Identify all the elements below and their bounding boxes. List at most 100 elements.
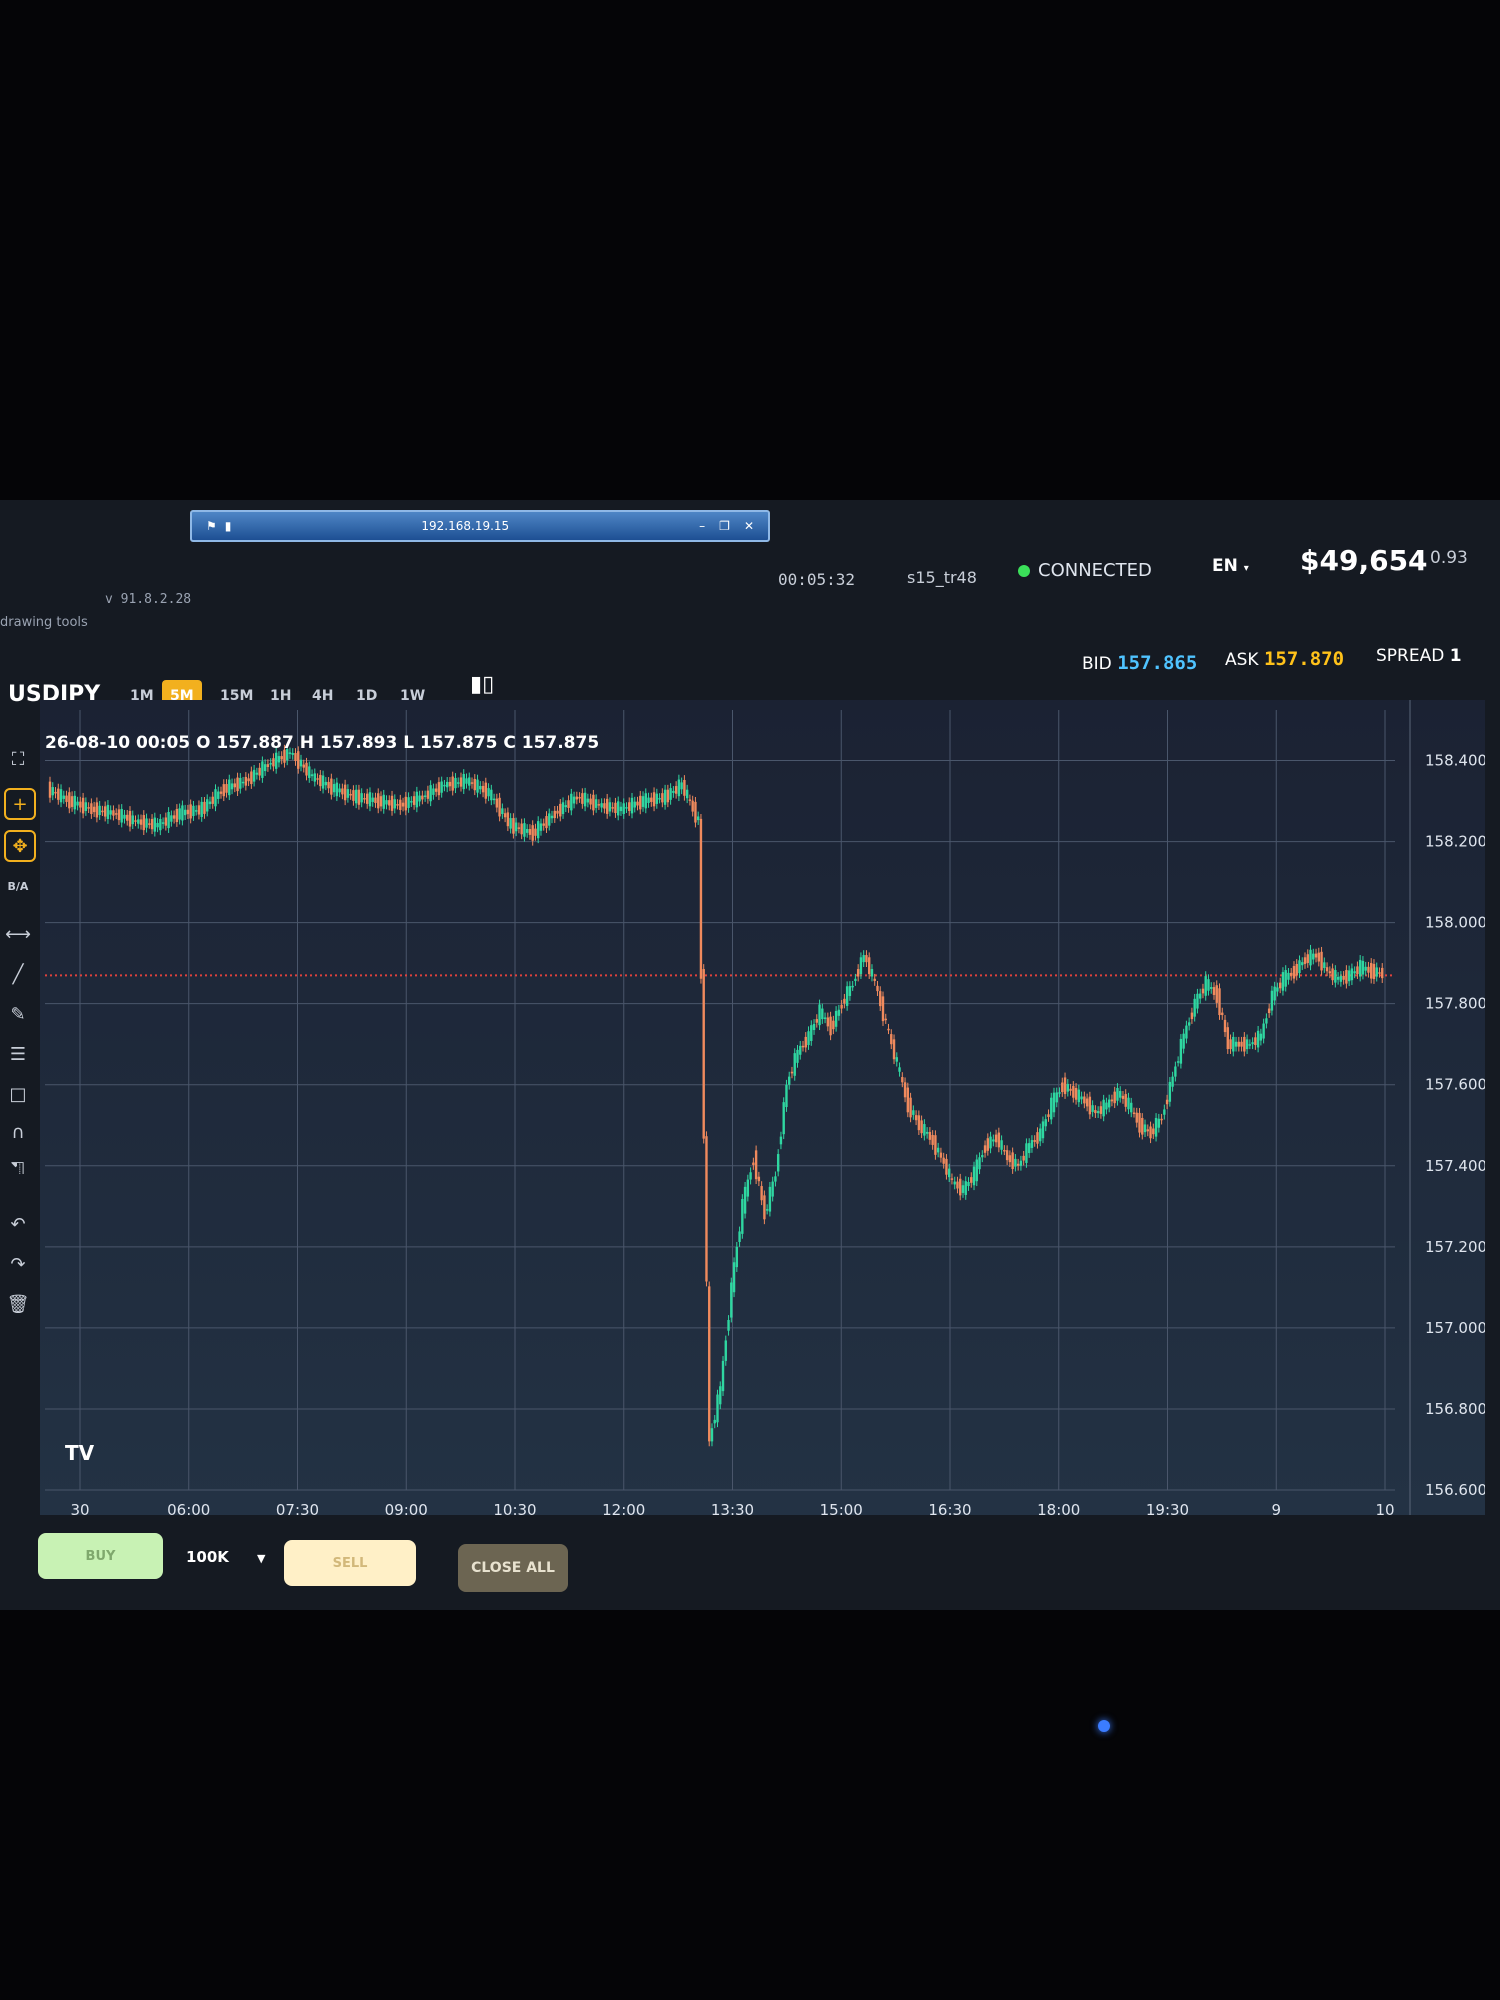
- candle-body: [870, 969, 874, 977]
- candle-body: [804, 1036, 807, 1048]
- candle-body: [434, 788, 438, 792]
- candle-body: [520, 823, 523, 835]
- pencil-icon[interactable]: ✎: [4, 1000, 32, 1028]
- measure-icon[interactable]: ⟷: [4, 920, 32, 948]
- candle-body: [633, 801, 636, 808]
- candle-body: [746, 1179, 750, 1197]
- candle-body: [1182, 1033, 1185, 1049]
- close-all-button[interactable]: CLOSE ALL: [458, 1544, 568, 1592]
- language-select[interactable]: EN ▾: [1212, 556, 1249, 576]
- redo-icon[interactable]: ↷: [4, 1250, 32, 1278]
- minimize-icon[interactable]: –: [699, 519, 705, 533]
- candle-body: [401, 802, 405, 807]
- restore-icon[interactable]: ❐: [719, 519, 730, 533]
- candle-body: [978, 1157, 981, 1170]
- candle-body: [479, 785, 482, 790]
- candle-body: [1232, 1036, 1235, 1052]
- candle-body: [302, 764, 305, 768]
- candle-body: [87, 807, 90, 809]
- rdp-connection-bar[interactable]: ⚑ ▮ 192.168.19.15 – ❐ ✕: [190, 510, 770, 542]
- candle-body: [1099, 1106, 1103, 1114]
- time-tick-label: 19:30: [1146, 1501, 1189, 1519]
- candle-body: [1052, 1092, 1056, 1113]
- candle-body: [98, 805, 101, 816]
- candle-body: [603, 803, 606, 809]
- candle-body: [757, 1176, 761, 1182]
- magnet-icon[interactable]: ∩: [4, 1118, 32, 1146]
- candle-body: [716, 1394, 719, 1423]
- candle-body: [617, 801, 620, 816]
- candle-body: [950, 1178, 954, 1180]
- candle-body: [1309, 949, 1312, 966]
- candle-body: [680, 782, 683, 790]
- candle-body: [161, 822, 165, 824]
- rectangle-icon[interactable]: □: [4, 1080, 32, 1108]
- candle-body: [183, 809, 187, 816]
- price-chart[interactable]: 158.400 158.200 158.000 157.800 157.600 157.4…: [15, 700, 1485, 1520]
- candle-body: [1107, 1099, 1111, 1108]
- fib-icon[interactable]: ☰: [4, 1040, 32, 1068]
- candle-body: [250, 771, 253, 785]
- candle-body: [310, 774, 314, 777]
- candle-body: [934, 1135, 937, 1155]
- candle-body: [1218, 988, 1221, 1016]
- candle-body: [1149, 1126, 1152, 1139]
- candle-body: [1287, 972, 1290, 980]
- connection-status-text: CONNECTED: [1038, 560, 1152, 581]
- lock-icon[interactable]: ⛠: [4, 1156, 32, 1184]
- candle-body: [481, 785, 485, 793]
- candle-body: [1284, 970, 1287, 987]
- candle-body: [1336, 976, 1340, 980]
- line-icon[interactable]: ╱: [4, 960, 32, 988]
- fullscreen-icon[interactable]: ⛶: [4, 745, 32, 773]
- candle-body: [1058, 1092, 1061, 1094]
- candle-body: [137, 819, 140, 824]
- candle-body: [611, 807, 614, 809]
- close-icon[interactable]: ✕: [744, 519, 754, 533]
- trash-icon[interactable]: 🗑: [4, 1290, 32, 1318]
- candle-body: [754, 1150, 758, 1180]
- candle-body: [1295, 963, 1298, 976]
- candle-body: [484, 782, 488, 799]
- candle-body: [374, 797, 377, 803]
- move-icon[interactable]: ✥: [4, 830, 36, 862]
- candle-body: [868, 957, 871, 975]
- candle-body: [81, 797, 85, 814]
- candle-body: [1039, 1128, 1042, 1142]
- candle-body: [514, 822, 518, 832]
- candle-body: [68, 792, 71, 809]
- candle-body: [738, 1231, 741, 1242]
- candle-body: [683, 779, 686, 796]
- sell-button[interactable]: SELL: [284, 1540, 416, 1586]
- candle-body: [1000, 1140, 1003, 1150]
- candle-body: [432, 788, 435, 795]
- candle-body: [1008, 1155, 1012, 1163]
- candle-body: [316, 778, 319, 780]
- candle-body: [1381, 967, 1384, 979]
- candle-body: [244, 776, 248, 786]
- candle-body: [1022, 1155, 1025, 1161]
- candle-body: [465, 778, 468, 784]
- candle-body: [1306, 954, 1309, 963]
- candle-body: [1229, 1039, 1232, 1050]
- candle-body: [1303, 957, 1307, 964]
- lot-size-select[interactable]: 100K ▼: [186, 1548, 265, 1566]
- undo-icon[interactable]: ↶: [4, 1210, 32, 1238]
- crosshair-icon[interactable]: +: [4, 788, 36, 820]
- candlestick-type-icon[interactable]: ▮▯: [470, 672, 494, 697]
- candle-body: [156, 822, 159, 828]
- candle-body: [765, 1209, 769, 1211]
- time-tick-label: 12:00: [602, 1501, 645, 1519]
- candle-body: [128, 810, 132, 827]
- candle-body: [1347, 970, 1351, 982]
- buy-button[interactable]: BUY: [38, 1533, 163, 1579]
- candle-body: [561, 802, 565, 815]
- candle-body: [84, 802, 88, 811]
- candle-body: [1221, 1012, 1224, 1016]
- candle-body: [1014, 1158, 1017, 1167]
- candle-body: [123, 814, 126, 819]
- user-id: s15_tr48: [907, 568, 977, 587]
- ba-toggle[interactable]: B/A: [4, 872, 32, 900]
- candle-body: [752, 1162, 755, 1165]
- pin-icon[interactable]: ⚑: [206, 519, 217, 533]
